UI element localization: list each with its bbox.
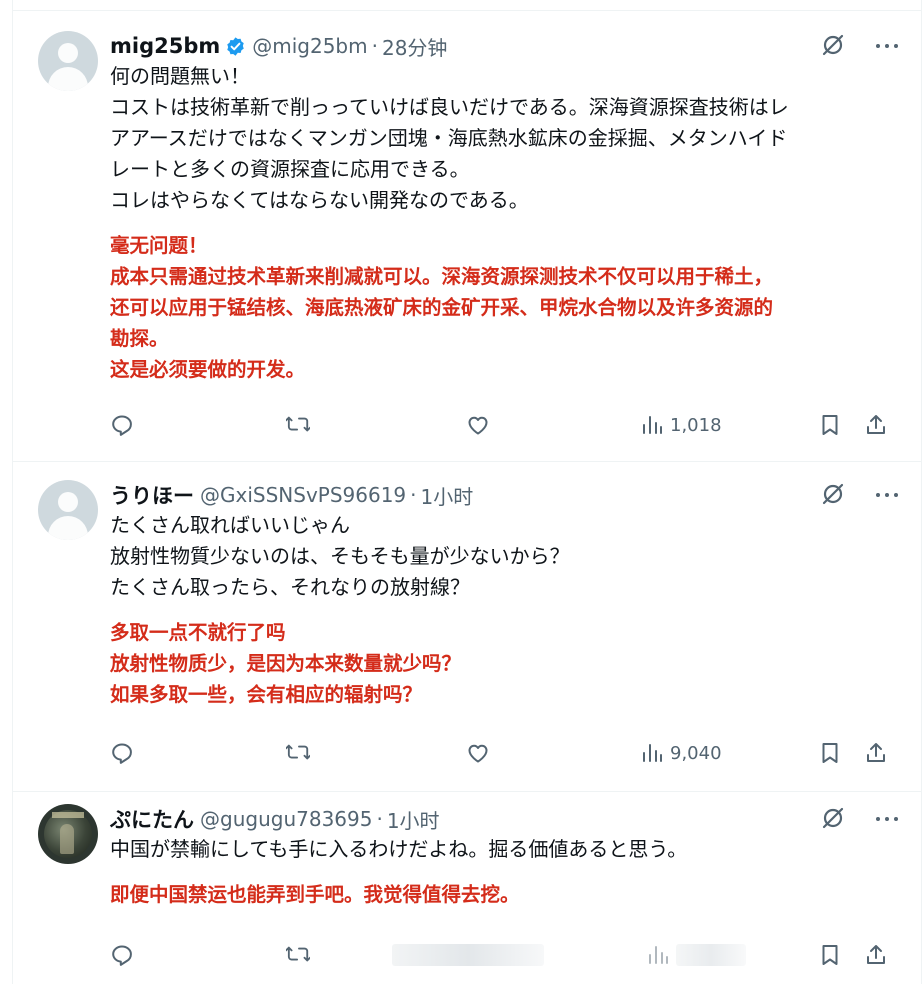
views-button[interactable] (646, 940, 670, 970)
heart-icon (468, 416, 488, 435)
display-name[interactable]: うりほー (110, 480, 194, 510)
share-button[interactable] (864, 738, 888, 768)
retweet-button[interactable] (286, 410, 310, 440)
tweet-text-line: たくさん取ったら、それなりの放射線？ (110, 575, 470, 599)
bookmark-icon (822, 945, 838, 965)
user-handle[interactable]: @GxiSSNSvPS96619 (200, 483, 406, 507)
reply-icon (112, 945, 132, 966)
tweet-text-line: 放射性物質少ないのは、そもそも量が少ないから？ (110, 544, 570, 568)
user-handle[interactable]: @mig25bm (252, 34, 367, 58)
more-icon[interactable] (874, 807, 900, 831)
tweet-text-line: レートと多くの資源探査に応用できる。 (110, 157, 470, 181)
separator-dot: · (371, 34, 378, 58)
translation-line: 勘探。 (110, 327, 169, 350)
user-handle[interactable]: @gugugu783695 (200, 807, 372, 831)
translation-line: 多取一点不就行了吗 (110, 621, 286, 644)
separator-dot: · (376, 807, 383, 831)
views-icon (643, 416, 662, 434)
obscured-overlay (676, 944, 746, 966)
display-name[interactable]: mig25bm (110, 34, 220, 58)
retweet-button[interactable] (286, 940, 310, 970)
share-button[interactable] (864, 410, 888, 440)
tweet-text-japanese: 中国が禁輸にしても手に入るわけだよね。掘る価値あると思う。 (110, 834, 902, 865)
translation-line: 这是必须要做的开发。 (110, 358, 306, 381)
grok-icon[interactable] (820, 32, 846, 58)
avatar-image-detail (60, 824, 74, 854)
retweet-icon (286, 946, 310, 962)
avatar-image-detail (52, 812, 84, 818)
tweet-text-line: アアースだけではなくマンガン団塊・海底熱水鉱床の金採掘、メタンハイド (110, 126, 788, 150)
timestamp[interactable]: 28分钟 (382, 32, 447, 61)
bookmark-button[interactable] (818, 940, 842, 970)
tweet-header: うりほー @GxiSSNSvPS96619 · 1小时 (110, 480, 902, 510)
views-icon (643, 744, 662, 762)
reply-button[interactable] (110, 940, 134, 970)
translation-line: 如果多取一些，会有相应的辐射吗？ (110, 683, 423, 706)
translation-line: 放射性物质少，是因为本来数量就少吗？ (110, 652, 462, 675)
tweet-action-bar (110, 940, 906, 970)
translation-text-chinese: 即便中国禁运也能弄到手吧。我觉得值得去挖。 (110, 879, 902, 910)
default-avatar-head (58, 43, 78, 63)
tweet-action-bar: 9,040 (110, 738, 906, 768)
bookmark-icon (822, 415, 838, 435)
timestamp[interactable]: 1小时 (421, 481, 474, 510)
translation-text-chinese: 毫无问题！ 成本只需通过技术革新来削减就可以。深海资源探测技术不仅可以用于稀土，… (110, 230, 902, 385)
default-avatar-body (48, 516, 88, 540)
retweet-icon (286, 744, 310, 760)
avatar[interactable] (38, 480, 98, 540)
views-count: 9,040 (670, 742, 722, 764)
more-icon[interactable] (874, 483, 900, 507)
tweet-text-line: コレはやらなくてはならない開発なのである。 (110, 188, 529, 212)
share-icon (867, 743, 885, 762)
verified-badge-icon (227, 36, 244, 56)
tweet[interactable]: mig25bm @mig25bm · 28分钟 何の問題無い！ コストは技術革新… (12, 11, 922, 462)
tweet-text-line: コストは技術革新で削っっていけば良いだけである。深海資源探査技術はレ (110, 95, 789, 119)
timestamp[interactable]: 1小时 (387, 805, 440, 834)
share-icon (867, 945, 885, 964)
avatar[interactable] (38, 804, 98, 864)
tweet-action-bar: 1,018 (110, 410, 906, 440)
views-count: 1,018 (670, 414, 722, 436)
tweet-text-line: 何の問題無い！ (110, 64, 250, 88)
default-avatar-head (58, 492, 78, 512)
tweet[interactable]: うりほー @GxiSSNSvPS96619 · 1小时 たくさん取ればいいじゃん… (12, 462, 922, 792)
bookmark-button[interactable] (818, 738, 842, 768)
tweet-text-japanese: 何の問題無い！ コストは技術革新で削っっていけば良いだけである。深海資源探査技術… (110, 61, 902, 216)
tweet[interactable]: ぷにたん @gugugu783695 · 1小时 中国が禁輸にしても手に入るわけ… (12, 792, 922, 984)
avatar[interactable] (38, 31, 98, 91)
separator-dot: · (410, 483, 417, 507)
reply-icon (112, 415, 132, 436)
share-icon (867, 415, 885, 434)
retweet-icon (286, 416, 310, 432)
translation-text-chinese: 多取一点不就行了吗 放射性物质少，是因为本来数量就少吗？ 如果多取一些，会有相应… (110, 617, 902, 710)
reply-icon (112, 743, 132, 764)
like-button[interactable] (466, 738, 490, 768)
reply-button[interactable] (110, 410, 134, 440)
translation-line: 还可以应用于锰结核、海底热液矿床的金矿开采、甲烷水合物以及许多资源的 (110, 296, 774, 319)
share-button[interactable] (864, 940, 888, 970)
more-icon[interactable] (874, 34, 900, 58)
bookmark-button[interactable] (818, 410, 842, 440)
views-icon (649, 946, 668, 964)
views-button[interactable]: 9,040 (640, 738, 722, 768)
tweet-header: ぷにたん @gugugu783695 · 1小时 (110, 804, 902, 834)
retweet-button[interactable] (286, 738, 310, 768)
like-button[interactable] (466, 410, 490, 440)
bookmark-icon (822, 743, 838, 763)
display-name[interactable]: ぷにたん (110, 804, 194, 834)
tweet-text-line: たくさん取ればいいじゃん (110, 513, 350, 537)
tweet-header: mig25bm @mig25bm · 28分钟 (110, 31, 902, 61)
translation-line: 即便中国禁运也能弄到手吧。我觉得值得去挖。 (110, 883, 520, 906)
heart-icon (468, 744, 488, 763)
tweet-text-line: 中国が禁輸にしても手に入るわけだよね。掘る価値あると思う。 (110, 837, 688, 861)
translation-line: 成本只需通过技术革新来削减就可以。深海资源探测技术不仅可以用于稀土， (110, 265, 774, 288)
tweet-text-japanese: たくさん取ればいいじゃん 放射性物質少ないのは、そもそも量が少ないから？ たくさ… (110, 510, 902, 603)
grok-icon[interactable] (820, 481, 846, 507)
obscured-overlay (392, 944, 544, 966)
default-avatar-body (48, 67, 88, 91)
grok-icon[interactable] (820, 805, 846, 831)
reply-button[interactable] (110, 738, 134, 768)
translation-line: 毫无问题！ (110, 234, 208, 257)
views-button[interactable]: 1,018 (640, 410, 722, 440)
